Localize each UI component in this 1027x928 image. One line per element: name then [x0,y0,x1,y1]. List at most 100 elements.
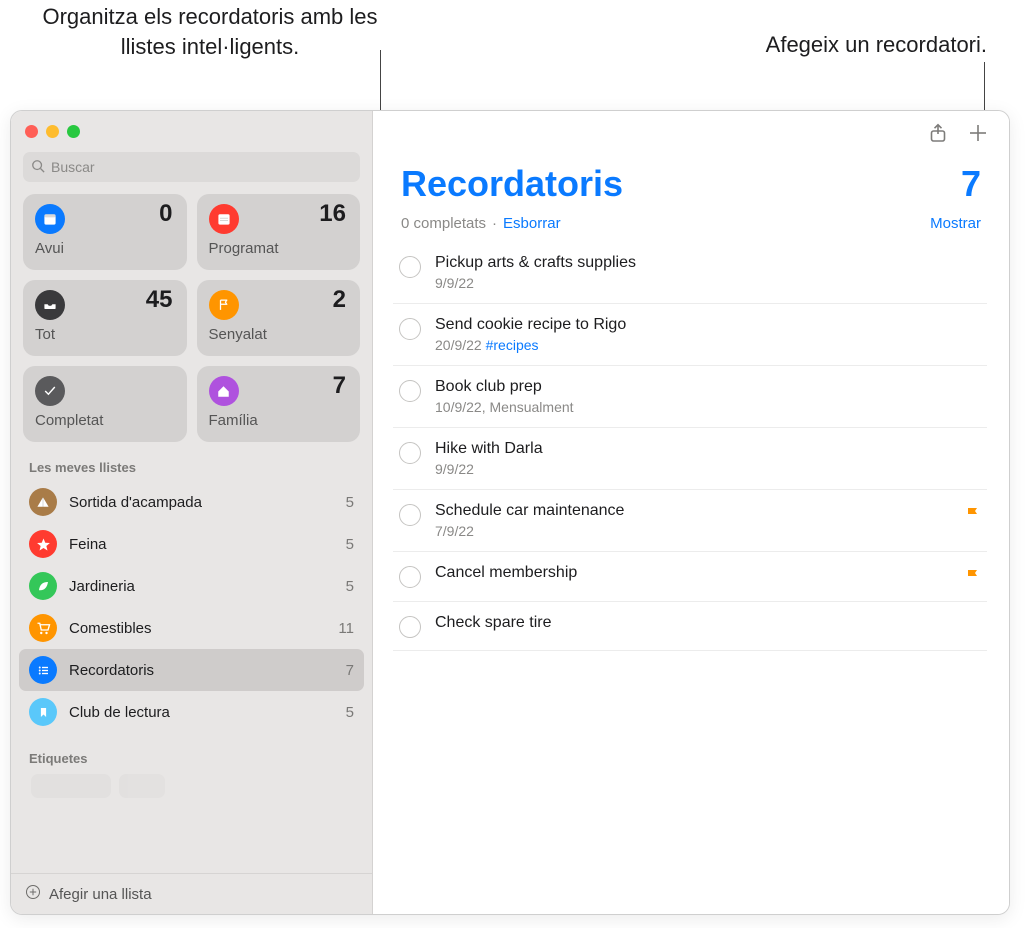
smart-list-count: 7 [333,372,346,400]
tag-chip[interactable] [119,774,165,798]
app-window: 0Avui16Programat45Tot2SenyalatCompletat7… [10,110,1010,915]
window-controls [11,111,372,148]
house-icon [209,376,239,406]
tags-section [11,772,372,806]
list-header: Recordatoris 7 [373,155,1009,205]
reminders-list: Pickup arts & crafts supplies 9/9/22 Send … [373,242,1009,651]
close-icon[interactable] [25,125,38,138]
list-count: 5 [346,704,354,721]
smart-list-completed[interactable]: Completat [23,366,187,442]
content-pane: Recordatoris 7 0 completats · Esborrar M… [373,111,1009,914]
calendar-lines-icon [209,204,239,234]
sidebar-list-item[interactable]: Sortida d'acampada5 [19,481,364,523]
add-reminder-button[interactable] [967,122,989,144]
reminder-row[interactable]: Hike with Darla 9/9/22 [393,428,987,490]
smart-list-label: Avui [35,240,173,257]
search-icon [31,159,51,176]
reminder-title: Send cookie recipe to Rigo [435,316,981,334]
toolbar [373,111,1009,155]
reminder-title: Cancel membership [435,564,951,582]
list-subheader: 0 completats · Esborrar Mostrar [373,205,1009,242]
smart-list-scheduled[interactable]: 16 Programat [197,194,361,270]
complete-toggle[interactable] [399,504,421,526]
smart-list-count: 2 [333,286,346,314]
sidebar-list-item[interactable]: Club de lectura5 [19,691,364,733]
smart-list-family[interactable]: 7 Família [197,366,361,442]
cart-icon [29,614,57,642]
share-button[interactable] [927,122,949,144]
callout-add-reminder: Afegeix un recordatori. [687,30,987,60]
reminder-subtitle: 20/9/22 #recipes [435,337,981,353]
my-lists-header: Les meves llistes [11,442,372,481]
separator-dot: · [492,215,497,232]
flag-icon [965,506,981,527]
list-icon [29,656,57,684]
smart-list-count: 45 [146,286,173,314]
clear-completed-link[interactable]: Esborrar [503,215,561,232]
complete-toggle[interactable] [399,256,421,278]
list-name: Feina [69,536,346,553]
list-count: 11 [338,620,354,637]
smart-list-label: Programat [209,240,347,257]
minimize-icon[interactable] [46,125,59,138]
completed-count: 0 completats [401,215,486,232]
reminder-title: Hike with Darla [435,440,981,458]
sidebar: 0Avui16Programat45Tot2SenyalatCompletat7… [11,111,373,914]
calendar-icon [35,204,65,234]
reminder-tag[interactable]: #recipes [486,337,539,353]
smart-list-all[interactable]: 45 Tot [23,280,187,356]
annotation-callouts: Organitza els recordatoris amb les llist… [0,0,1027,110]
tag-chip[interactable] [31,774,111,798]
show-completed-link[interactable]: Mostrar [930,215,981,232]
reminder-row[interactable]: Pickup arts & crafts supplies 9/9/22 [393,242,987,304]
plus-circle-icon [25,884,49,904]
reminder-subtitle: 9/9/22 [435,461,981,477]
reminder-row[interactable]: Schedule car maintenance7/9/22 [393,490,987,552]
complete-toggle[interactable] [399,442,421,464]
list-name: Club de lectura [69,704,346,721]
list-count: 5 [346,536,354,553]
tent-icon [29,488,57,516]
add-list-button[interactable]: Afegir una llista [11,873,372,914]
reminder-row[interactable]: Check spare tire [393,602,987,651]
list-name: Comestibles [69,620,338,637]
list-count: 5 [346,494,354,511]
smart-lists-grid: 0Avui16Programat45Tot2SenyalatCompletat7… [11,194,372,442]
reminder-title: Book club prep [435,378,981,396]
list-count: 7 [961,163,981,205]
reminder-title: Check spare tire [435,614,981,632]
search-input[interactable] [51,159,352,175]
list-name: Recordatoris [69,662,346,679]
reminder-title: Pickup arts & crafts supplies [435,254,981,272]
reminder-title: Schedule car maintenance [435,502,951,520]
my-lists: Sortida d'acampada5Feina5Jardineria5Come… [11,481,372,733]
complete-toggle[interactable] [399,318,421,340]
search-field[interactable] [23,152,360,182]
smart-list-today[interactable]: 0 Avui [23,194,187,270]
smart-list-count: 0 [159,200,172,228]
reminder-subtitle: 9/9/22 [435,275,981,291]
complete-toggle[interactable] [399,616,421,638]
smart-list-flagged[interactable]: 2 Senyalat [197,280,361,356]
sidebar-list-item[interactable]: Recordatoris7 [19,649,364,691]
reminder-row[interactable]: Cancel membership [393,552,987,602]
complete-toggle[interactable] [399,566,421,588]
callout-smart-lists: Organitza els recordatoris amb les llist… [40,2,380,61]
sidebar-list-item[interactable]: Comestibles11 [19,607,364,649]
sidebar-list-item[interactable]: Jardineria5 [19,565,364,607]
zoom-icon[interactable] [67,125,80,138]
smart-list-count: 16 [319,200,346,228]
sidebar-list-item[interactable]: Feina5 [19,523,364,565]
reminder-row[interactable]: Book club prep10/9/22, Mensualment [393,366,987,428]
tags-header: Etiquetes [11,733,372,772]
list-count: 7 [346,662,354,679]
reminder-row[interactable]: Send cookie recipe to Rigo 20/9/22 #recip… [393,304,987,366]
smart-list-label: Família [209,412,347,429]
callout-line [984,62,985,116]
add-list-label: Afegir una llista [49,886,152,903]
list-title: Recordatoris [401,163,623,205]
smart-list-label: Tot [35,326,173,343]
smart-list-label: Senyalat [209,326,347,343]
list-name: Jardineria [69,578,346,595]
complete-toggle[interactable] [399,380,421,402]
